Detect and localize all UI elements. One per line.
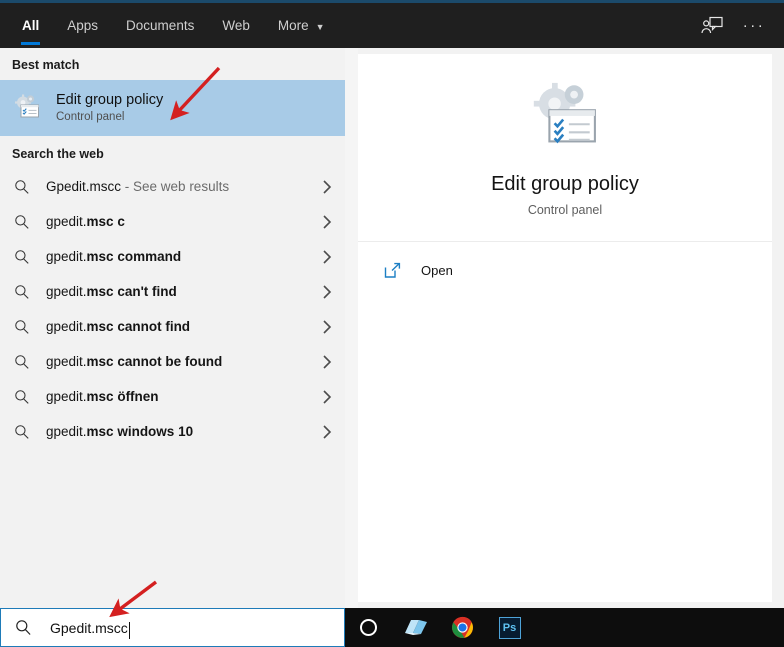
search-input[interactable]: Gpedit.mscc bbox=[0, 608, 345, 647]
more-options-button[interactable]: ··· bbox=[736, 8, 772, 44]
tab-documents[interactable]: Documents bbox=[112, 3, 208, 48]
web-suggestion-item[interactable]: gpedit.msc cannot find bbox=[0, 309, 345, 344]
web-suggestions-list: Gpedit.mscc - See web results gpedit.msc … bbox=[0, 169, 345, 449]
ellipsis-icon: ··· bbox=[742, 17, 766, 34]
taskbar-item-chrome[interactable] bbox=[439, 608, 486, 647]
tab-all-label: All bbox=[22, 18, 40, 33]
best-match-title: Edit group policy bbox=[56, 91, 164, 108]
search-icon bbox=[14, 284, 30, 300]
tab-more[interactable]: More ▼ bbox=[264, 3, 339, 48]
feedback-person-icon bbox=[701, 16, 723, 33]
tab-web[interactable]: Web bbox=[208, 3, 264, 48]
tab-apps[interactable]: Apps bbox=[53, 3, 112, 48]
web-suggestion-item[interactable]: gpedit.msc öffnen bbox=[0, 379, 345, 414]
group-policy-icon bbox=[15, 94, 39, 118]
chevron-right-icon[interactable] bbox=[322, 214, 333, 230]
chevron-right-icon[interactable] bbox=[322, 319, 333, 335]
photoshop-icon: Ps bbox=[498, 616, 521, 639]
open-external-icon bbox=[384, 262, 401, 278]
feedback-button[interactable] bbox=[694, 8, 730, 44]
search-icon bbox=[15, 619, 32, 636]
web-suggestion-item[interactable]: gpedit.msc cannot be found bbox=[0, 344, 345, 379]
preview-panel: Edit group policy Control panel Open bbox=[358, 54, 772, 602]
web-suggestion-label: gpedit.msc command bbox=[46, 249, 182, 264]
chevron-right-icon[interactable] bbox=[322, 179, 333, 195]
panel-gutter bbox=[345, 48, 358, 608]
best-match-subtitle: Control panel bbox=[56, 111, 125, 124]
web-suggestion-item[interactable]: gpedit.msc c bbox=[0, 204, 345, 239]
tab-web-label: Web bbox=[222, 18, 250, 33]
search-the-web-header: Search the web bbox=[12, 147, 104, 161]
open-action-label: Open bbox=[421, 262, 453, 278]
search-icon bbox=[14, 179, 30, 195]
search-icon bbox=[14, 249, 30, 265]
text-cursor bbox=[128, 622, 130, 639]
tab-more-label: More bbox=[277, 18, 309, 33]
search-icon bbox=[14, 389, 30, 405]
taskbar-item-photoshop[interactable]: Ps bbox=[486, 608, 533, 647]
search-icon bbox=[14, 354, 30, 370]
web-suggestion-label: gpedit.msc can't find bbox=[46, 284, 177, 299]
preview-right-margin bbox=[772, 48, 784, 608]
search-icon bbox=[14, 424, 30, 440]
best-match-header: Best match bbox=[12, 58, 80, 72]
taskbar: Ps bbox=[345, 608, 784, 647]
web-suggestion-item[interactable]: gpedit.msc command bbox=[0, 239, 345, 274]
chevron-right-icon[interactable] bbox=[322, 354, 333, 370]
web-suggestion-item[interactable]: gpedit.msc windows 10 bbox=[0, 414, 345, 449]
web-suggestion-item[interactable]: Gpedit.mscc - See web results bbox=[0, 169, 345, 204]
chevron-down-icon: ▼ bbox=[315, 21, 325, 32]
taskbar-item-cortana[interactable] bbox=[345, 608, 392, 647]
chevron-right-icon[interactable] bbox=[322, 284, 333, 300]
search-navbar: All Apps Documents Web More ▼ ··· bbox=[0, 0, 784, 48]
best-match-result[interactable]: Edit group policy Control panel bbox=[0, 80, 345, 136]
chevron-right-icon[interactable] bbox=[322, 389, 333, 405]
best-match-texts: Edit group policy Control panel bbox=[56, 92, 163, 125]
chevron-right-icon[interactable] bbox=[322, 249, 333, 265]
web-suggestion-label: gpedit.msc cannot find bbox=[46, 319, 191, 334]
web-suggestion-item[interactable]: gpedit.msc can't find bbox=[0, 274, 345, 309]
preview-hero: Edit group policy Control panel bbox=[358, 54, 772, 242]
preview-title: Edit group policy bbox=[491, 172, 639, 195]
preview-subtitle: Control panel bbox=[527, 202, 603, 217]
file-explorer-icon bbox=[404, 619, 427, 635]
web-suggestion-label: gpedit.msc cannot be found bbox=[46, 354, 223, 369]
windows-search-overlay: All Apps Documents Web More ▼ ··· Best m… bbox=[0, 0, 784, 647]
taskbar-item-file-explorer[interactable] bbox=[392, 608, 439, 647]
open-action[interactable]: Open bbox=[358, 248, 772, 292]
web-suggestion-label: gpedit.msc c bbox=[46, 214, 125, 229]
chevron-right-icon[interactable] bbox=[322, 424, 333, 440]
web-suggestion-label: Gpedit.mscc - See web results bbox=[46, 179, 230, 194]
tab-apps-label: Apps bbox=[67, 18, 99, 33]
group-policy-icon bbox=[533, 82, 596, 143]
search-icon bbox=[14, 319, 30, 335]
cortana-icon bbox=[360, 619, 377, 636]
tab-all[interactable]: All bbox=[8, 3, 53, 48]
search-icon bbox=[14, 214, 30, 230]
web-suggestion-label: gpedit.msc öffnen bbox=[46, 389, 159, 404]
tab-documents-label: Documents bbox=[126, 18, 195, 33]
web-suggestion-label: gpedit.msc windows 10 bbox=[46, 424, 194, 439]
search-input-value: Gpedit.mscc bbox=[50, 619, 128, 636]
navbar-actions: ··· bbox=[694, 3, 784, 48]
search-tabs: All Apps Documents Web More ▼ bbox=[0, 3, 339, 48]
results-panel: Best match Edit group policy Control pan… bbox=[0, 48, 345, 608]
chrome-icon bbox=[451, 616, 474, 639]
